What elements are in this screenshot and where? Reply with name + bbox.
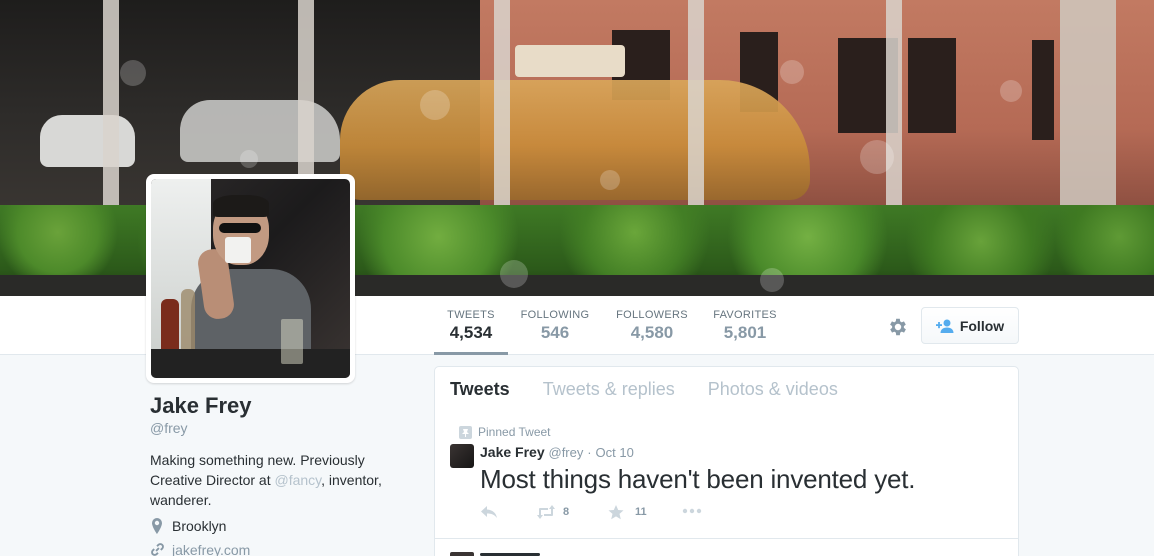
- profile-website[interactable]: jakefrey.com: [150, 542, 410, 556]
- tweet-header: Jake Frey @frey · Oct 10: [480, 444, 634, 460]
- website-link[interactable]: jakefrey.com: [172, 542, 250, 556]
- more-dots-icon: [682, 505, 702, 519]
- favorite-button[interactable]: 11: [608, 505, 682, 520]
- pinned-indicator: Pinned Tweet: [459, 425, 551, 439]
- stat-label: FOLLOWING: [520, 309, 590, 321]
- tweet-author-handle[interactable]: @frey: [549, 445, 584, 460]
- retweet-icon: [536, 505, 555, 519]
- tweet-date[interactable]: Oct 10: [596, 445, 634, 460]
- bio-mention-link[interactable]: @fancy: [274, 472, 321, 488]
- stat-following[interactable]: FOLLOWING 546: [518, 309, 592, 343]
- add-user-icon: [935, 319, 954, 333]
- stat-value: 4,580: [630, 323, 674, 342]
- profile-avatar[interactable]: [146, 174, 355, 383]
- location-text: Brooklyn: [172, 518, 227, 534]
- tab-tweets[interactable]: Tweets: [450, 379, 510, 400]
- link-icon: [150, 542, 164, 556]
- tweet-actions: 8 11: [480, 505, 702, 520]
- star-icon: [608, 505, 626, 520]
- stat-favorites[interactable]: FAVORITES 5,801: [710, 309, 780, 343]
- timeline-tabs: Tweets Tweets & replies Photos & videos: [435, 367, 1018, 412]
- stat-label: FOLLOWERS: [616, 309, 688, 321]
- more-button[interactable]: [682, 505, 702, 519]
- tweet-author-avatar: [450, 552, 474, 556]
- reply-button[interactable]: [480, 505, 536, 519]
- gear-icon[interactable]: [887, 316, 909, 338]
- tweet-text: Most things haven't been invented yet.: [480, 464, 916, 494]
- pinned-label: Pinned Tweet: [478, 425, 551, 439]
- tweet-author-name[interactable]: Jake Frey: [480, 444, 545, 460]
- stat-value: 546: [540, 323, 570, 342]
- tweet-author-avatar[interactable]: [450, 444, 474, 468]
- tweet-meta-separator: ·: [587, 445, 592, 460]
- profile-name[interactable]: Jake Frey: [150, 393, 410, 419]
- stat-followers[interactable]: FOLLOWERS 4,580: [612, 309, 692, 343]
- stat-label: TWEETS: [447, 309, 495, 321]
- profile-location: Brooklyn: [150, 518, 410, 534]
- pin-icon: [459, 425, 472, 439]
- follow-button[interactable]: Follow: [921, 307, 1019, 344]
- stat-value: 5,801: [723, 323, 767, 342]
- retweet-count: 8: [563, 506, 570, 518]
- profile-handle[interactable]: @frey: [150, 420, 410, 436]
- pinned-tweet[interactable]: Pinned Tweet Jake Frey @frey · Oct 10 Mo…: [434, 411, 1019, 539]
- location-pin-icon: [150, 518, 164, 534]
- next-tweet[interactable]: [434, 539, 1019, 556]
- stat-tweets[interactable]: TWEETS 4,534: [434, 309, 508, 343]
- profile-card: Jake Frey @frey Making something new. Pr…: [150, 393, 410, 556]
- stat-value: 4,534: [449, 323, 493, 342]
- follow-label: Follow: [959, 317, 1005, 334]
- reply-icon: [480, 505, 498, 519]
- tab-tweets-replies[interactable]: Tweets & replies: [543, 379, 675, 400]
- stat-label: FAVORITES: [713, 309, 777, 321]
- active-stat-indicator: [434, 352, 508, 355]
- retweet-button[interactable]: 8: [536, 505, 608, 519]
- tab-photos-videos[interactable]: Photos & videos: [708, 379, 838, 400]
- favorite-count: 11: [635, 506, 647, 518]
- profile-bio: Making something new. Previously Creativ…: [150, 450, 390, 510]
